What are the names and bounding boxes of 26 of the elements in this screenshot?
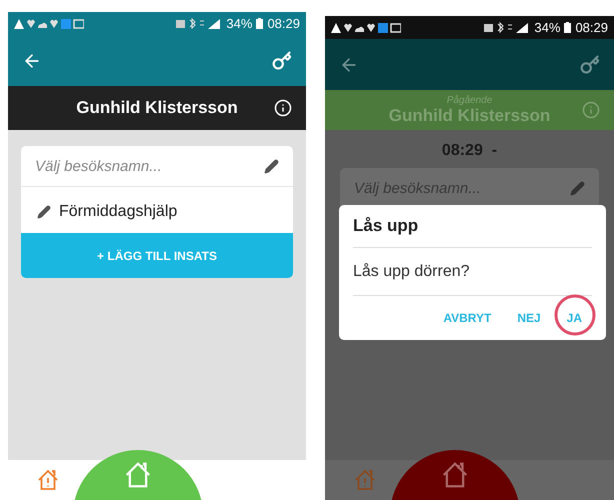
notification-icon [331,22,401,34]
status-time: 08:29 [575,20,608,35]
house-alert-icon[interactable] [36,468,60,492]
client-name: Gunhild Klistersson [76,98,238,118]
battery-icon [564,22,572,33]
pencil-icon[interactable] [264,158,279,174]
add-task-button[interactable]: + LÄGG TILL INSATS [21,233,293,278]
dialog-title: Lås upp [353,205,592,248]
system-status-icon [176,18,222,30]
key-icon[interactable] [272,50,292,70]
dialog-button[interactable]: AVBRYT [433,305,502,331]
visit-time: 08:29 - [440,141,498,161]
dialog-message: Lås upp dörren? [353,248,592,296]
house-exit-icon[interactable] [123,460,153,490]
battery-icon [256,18,264,29]
status-time: 08:29 [267,16,300,31]
notification-icon [14,18,84,30]
task-item[interactable]: Förmiddagshjälp [21,191,293,233]
battery-level: 34% [534,20,560,35]
dialog-button[interactable]: NEJ [507,305,551,331]
key-icon[interactable] [580,54,600,74]
battery-level: 34% [226,16,252,31]
pencil-icon [37,205,51,219]
system-status-icon [484,22,530,34]
visit-name-field[interactable]: Välj besöksnamn... [21,146,293,187]
task-name: Förmiddagshjälp [59,203,178,221]
